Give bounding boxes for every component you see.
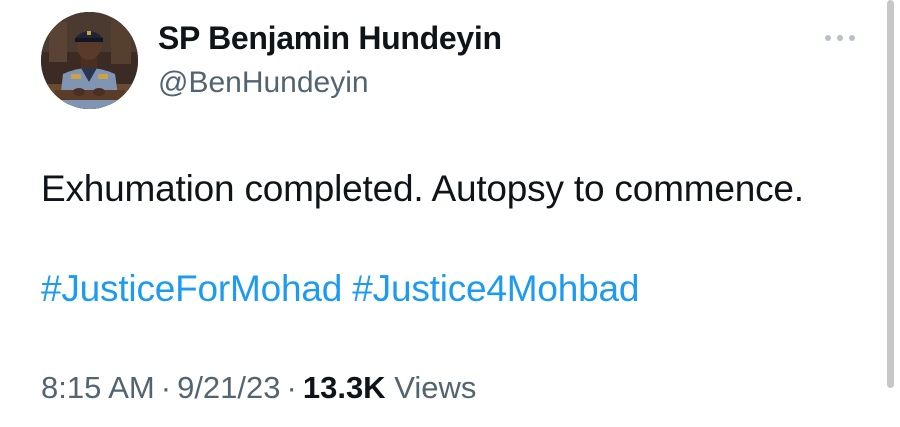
tweet-text: Exhumation completed. Autopsy to commenc… (41, 168, 804, 209)
tweet-date[interactable]: 9/21/23 (177, 370, 280, 405)
hashtag-link[interactable]: #JusticeForMohad (41, 268, 342, 309)
views-count[interactable]: 13.3K (303, 370, 386, 405)
tweet-hashtags: #JusticeForMohad #Justice4Mohbad (41, 268, 639, 310)
meta-separator: · (286, 370, 297, 405)
views-label: Views (394, 370, 477, 405)
author-display-name[interactable]: SP Benjamin Hundeyin (158, 20, 502, 57)
tweet-time[interactable]: 8:15 AM (41, 370, 155, 405)
avatar[interactable] (41, 12, 138, 109)
hashtag-link[interactable]: #Justice4Mohbad (352, 268, 639, 309)
vertical-scrollbar[interactable] (887, 0, 894, 388)
tweet-card[interactable]: SP Benjamin Hundeyin @BenHundeyin Exhuma… (0, 0, 885, 427)
more-options-button[interactable] (820, 26, 860, 50)
tweet-meta: 8:15 AM · 9/21/23 · 13.3K Views (41, 370, 476, 406)
meta-separator: · (160, 370, 172, 405)
author-handle[interactable]: @BenHundeyin (158, 66, 369, 100)
more-horizontal-icon (825, 35, 855, 41)
